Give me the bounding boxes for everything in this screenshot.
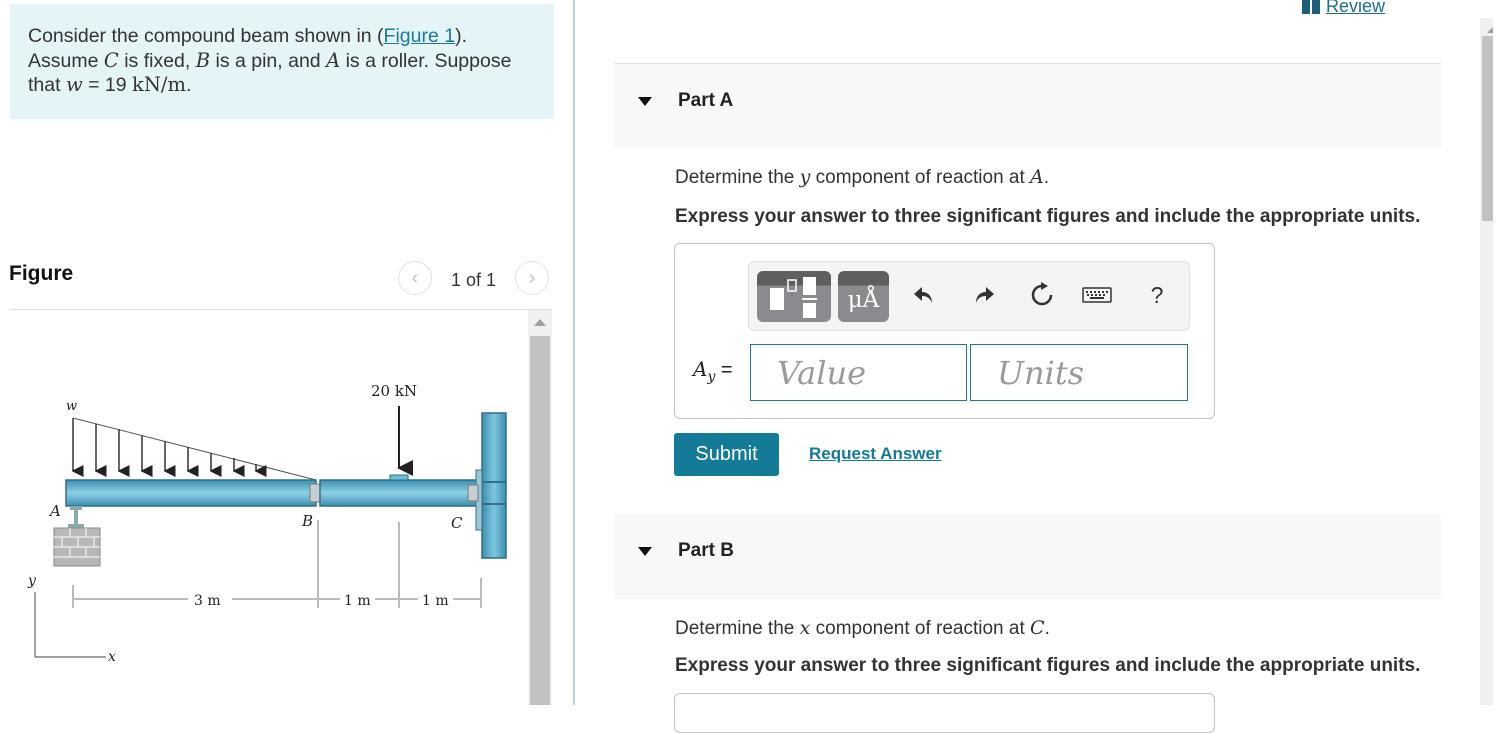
column-c bbox=[481, 412, 507, 559]
coordinate-axes bbox=[34, 592, 106, 658]
scrollbar-thumb[interactable] bbox=[1482, 36, 1493, 221]
math-unit: kN/m bbox=[132, 73, 186, 96]
math-var: A bbox=[693, 357, 708, 381]
math-toolbar: μÅ ? bbox=[748, 261, 1190, 331]
intro-line-1: Consider the compound beam shown in (Fig… bbox=[28, 24, 536, 49]
question-text: component of reaction at bbox=[810, 618, 1031, 639]
label-c: C bbox=[451, 514, 463, 532]
redo-button[interactable] bbox=[969, 280, 999, 310]
label-w: w bbox=[66, 399, 77, 414]
dim-label-3m: 3 m bbox=[194, 593, 221, 609]
units-input[interactable] bbox=[970, 344, 1188, 401]
label-a: A bbox=[48, 502, 61, 520]
intro-text: is a pin, and bbox=[210, 49, 327, 72]
beam-diagram: w 20 kN A B C 3 m 1 m 1 m y x bbox=[27, 382, 507, 665]
axis-label-x: x bbox=[108, 649, 116, 665]
intro-line-3: that w = 19 kN/m. bbox=[28, 73, 536, 98]
caret-down-icon bbox=[638, 97, 652, 106]
fraction-template-button[interactable] bbox=[757, 271, 831, 322]
figure-prev-button[interactable]: ‹ bbox=[398, 261, 432, 295]
units-label: μÅ bbox=[847, 286, 880, 313]
keyboard-icon bbox=[1082, 287, 1112, 303]
intro-text: that bbox=[28, 74, 66, 96]
review-link[interactable]: Review bbox=[1302, 0, 1385, 17]
axis-label-y: y bbox=[27, 573, 37, 589]
submit-button[interactable]: Submit bbox=[674, 433, 779, 476]
question-text: Determine the bbox=[675, 618, 800, 639]
reset-icon bbox=[1031, 282, 1053, 306]
question-text: component of reaction at bbox=[810, 167, 1031, 188]
value-input[interactable] bbox=[750, 344, 967, 401]
beam-bc bbox=[319, 479, 481, 507]
units-button[interactable]: μÅ bbox=[838, 271, 889, 322]
intro-text: = 19 bbox=[82, 74, 132, 96]
math-var: A bbox=[1030, 166, 1044, 188]
reset-button[interactable] bbox=[1027, 280, 1057, 310]
equals-sign: = bbox=[715, 359, 733, 381]
figure-counter: 1 of 1 bbox=[451, 270, 497, 290]
question-text: . bbox=[1043, 167, 1050, 188]
figure-next-button[interactable]: › bbox=[515, 261, 549, 295]
book-icon bbox=[1302, 0, 1320, 14]
caret-down-icon bbox=[638, 547, 652, 556]
roller-support-a bbox=[53, 506, 101, 567]
math-var-a: A bbox=[326, 48, 341, 72]
math-var: C bbox=[1030, 617, 1045, 639]
review-label[interactable]: Review bbox=[1326, 0, 1385, 17]
undo-button[interactable] bbox=[909, 280, 939, 310]
distributed-load bbox=[71, 417, 317, 481]
math-var: y bbox=[799, 166, 811, 188]
request-answer-link[interactable]: Request Answer bbox=[809, 444, 942, 464]
intro-line-2: Assume C is fixed, B is a pin, and A is … bbox=[28, 49, 536, 74]
question-text: Determine the bbox=[675, 167, 800, 188]
part-a-instruction: Express your answer to three significant… bbox=[675, 206, 1421, 227]
dim-label-1m-a: 1 m bbox=[344, 593, 371, 609]
scroll-up-arrow-icon[interactable] bbox=[1487, 27, 1493, 33]
part-b-question: Determine the x component of reaction at… bbox=[675, 617, 1050, 640]
part-a-question: Determine the y component of reaction at… bbox=[675, 166, 1049, 189]
scrollbar-thumb[interactable] bbox=[530, 336, 550, 705]
dim-label-1m-b: 1 m bbox=[422, 593, 449, 609]
scroll-up-arrow-icon[interactable] bbox=[534, 319, 546, 326]
question-text: . bbox=[1044, 618, 1050, 639]
fraction-template-icon bbox=[770, 277, 817, 318]
math-var-c: C bbox=[103, 48, 119, 72]
left-pane: Consider the compound beam shown in (Fig… bbox=[0, 0, 575, 705]
intro-text: ). bbox=[455, 25, 468, 47]
problem-statement: Consider the compound beam shown in (Fig… bbox=[10, 4, 554, 119]
label-force: 20 kN bbox=[371, 382, 417, 400]
part-b-label: Part B bbox=[678, 540, 734, 561]
math-var-b: B bbox=[195, 48, 211, 72]
help-button[interactable]: ? bbox=[1142, 280, 1172, 310]
label-b: B bbox=[301, 512, 313, 530]
load-plate bbox=[389, 474, 409, 481]
chevron-right-icon: › bbox=[528, 266, 536, 289]
intro-text: is a roller. Suppose bbox=[340, 49, 512, 72]
answer-variable-label: Ay = bbox=[693, 357, 733, 385]
part-b-answer-box bbox=[674, 693, 1215, 733]
part-b-instruction: Express your answer to three significant… bbox=[675, 655, 1421, 676]
part-a-label: Part A bbox=[678, 90, 734, 111]
figure-scrollbar[interactable] bbox=[528, 310, 552, 705]
intro-text: . bbox=[185, 74, 192, 96]
redo-icon bbox=[976, 287, 994, 303]
beam-ab bbox=[65, 479, 317, 507]
help-icon: ? bbox=[1150, 281, 1164, 308]
intro-text: Consider the compound beam shown in ( bbox=[28, 25, 384, 47]
math-var-w: w bbox=[65, 73, 83, 96]
main-scrollbar[interactable] bbox=[1480, 18, 1493, 705]
math-var: x bbox=[799, 617, 811, 639]
keyboard-button[interactable] bbox=[1082, 280, 1112, 310]
part-b-header[interactable]: Part B bbox=[614, 514, 1441, 599]
figure-image: w 20 kN A B C 3 m 1 m 1 m y x bbox=[10, 310, 528, 705]
pane-divider[interactable] bbox=[573, 0, 575, 705]
part-a-header[interactable]: Part A bbox=[614, 63, 1441, 148]
intro-text: Assume bbox=[28, 49, 104, 72]
chevron-left-icon: ‹ bbox=[411, 266, 419, 289]
undo-icon bbox=[914, 287, 932, 303]
figure-title: Figure bbox=[9, 262, 74, 285]
intro-text: is fixed, bbox=[118, 49, 196, 72]
figure-link[interactable]: Figure 1 bbox=[384, 25, 456, 47]
